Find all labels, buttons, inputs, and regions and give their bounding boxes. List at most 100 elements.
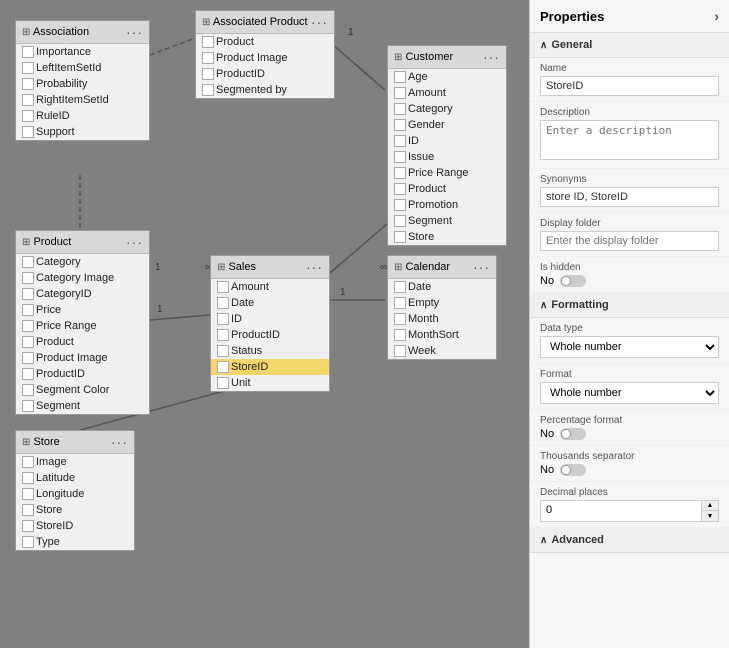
display-folder-input[interactable] bbox=[540, 231, 719, 251]
table-row: Gender bbox=[388, 117, 506, 133]
table-row: Month bbox=[388, 311, 496, 327]
table-row: Category bbox=[388, 101, 506, 117]
table-row: Price Range bbox=[16, 318, 149, 334]
field-format: Format Whole number Decimal number Curre… bbox=[530, 364, 729, 410]
svg-text:1: 1 bbox=[157, 304, 163, 315]
table-row: Longitude bbox=[16, 486, 134, 502]
table-row: StoreID bbox=[16, 518, 134, 534]
field-decimal-places: Decimal places 0 ▲ ▼ bbox=[530, 482, 729, 528]
table-row: Week bbox=[388, 343, 496, 359]
table-row: MonthSort bbox=[388, 327, 496, 343]
table-row: Amount bbox=[211, 279, 329, 295]
table-row: ID bbox=[211, 311, 329, 327]
table-associated-product[interactable]: ⊞ Associated Product ··· Product Product… bbox=[195, 10, 335, 99]
section-formatting[interactable]: ∧ Formatting bbox=[530, 293, 729, 318]
field-synonyms: Synonyms bbox=[530, 169, 729, 213]
table-row: Empty bbox=[388, 295, 496, 311]
table-header-associated-product[interactable]: ⊞ Associated Product ··· bbox=[196, 11, 334, 34]
table-row: Promotion bbox=[388, 197, 506, 213]
table-row: Status bbox=[211, 343, 329, 359]
section-advanced[interactable]: ∧ Advanced bbox=[530, 528, 729, 553]
decimal-places-stepper: 0 ▲ ▼ bbox=[540, 500, 719, 522]
panel-close-chevron[interactable]: › bbox=[714, 8, 719, 24]
table-row-storeid[interactable]: StoreID bbox=[211, 359, 329, 375]
table-header-product[interactable]: ⊞ Product ··· bbox=[16, 231, 149, 254]
data-type-select[interactable]: Whole number Decimal number Text Date bbox=[540, 336, 719, 358]
panel-title: Properties bbox=[540, 9, 604, 24]
decimal-places-value: 0 bbox=[541, 501, 701, 521]
table-row: Amount bbox=[388, 85, 506, 101]
table-row: RightItemSetId bbox=[16, 92, 149, 108]
table-row: Category Image bbox=[16, 270, 149, 286]
field-percentage-format: Percentage format No bbox=[530, 410, 729, 446]
thousands-separator-toggle-row: No bbox=[540, 464, 719, 476]
is-hidden-toggle[interactable] bbox=[560, 275, 586, 287]
table-row: Product bbox=[16, 334, 149, 350]
stepper-up-button[interactable]: ▲ bbox=[702, 501, 718, 511]
table-row: Latitude bbox=[16, 470, 134, 486]
table-header-sales[interactable]: ⊞ Sales ··· bbox=[211, 256, 329, 279]
table-row: RuleID bbox=[16, 108, 149, 124]
table-header-association[interactable]: ⊞ Association ··· bbox=[16, 21, 149, 44]
table-row: LeftItemSetId bbox=[16, 60, 149, 76]
table-product[interactable]: ⊞ Product ··· Category Category Image Ca… bbox=[15, 230, 150, 415]
table-row: Unit bbox=[211, 375, 329, 391]
table-row: Age bbox=[388, 69, 506, 85]
percentage-format-toggle[interactable] bbox=[560, 428, 586, 440]
name-input[interactable] bbox=[540, 76, 719, 96]
table-row: Segment bbox=[388, 213, 506, 229]
table-row: Category bbox=[16, 254, 149, 270]
table-row: Date bbox=[388, 279, 496, 295]
table-customer[interactable]: ⊞ Customer ··· Age Amount Category Gende… bbox=[387, 45, 507, 246]
table-row: Segmented by bbox=[196, 82, 334, 98]
table-sales[interactable]: ⊞ Sales ··· Amount Date ID ProductID Sta… bbox=[210, 255, 330, 392]
table-row: Image bbox=[16, 454, 134, 470]
svg-text:1: 1 bbox=[348, 27, 354, 38]
table-row: Date bbox=[211, 295, 329, 311]
table-row: Issue bbox=[388, 149, 506, 165]
table-header-store[interactable]: ⊞ Store ··· bbox=[16, 431, 134, 454]
table-row: Product Image bbox=[16, 350, 149, 366]
stepper-down-button[interactable]: ▼ bbox=[702, 511, 718, 521]
percentage-format-toggle-row: No bbox=[540, 428, 719, 440]
table-store[interactable]: ⊞ Store ··· Image Latitude Longitude Sto… bbox=[15, 430, 135, 551]
field-description: Description bbox=[530, 102, 729, 169]
table-row: CategoryID bbox=[16, 286, 149, 302]
table-row: Support bbox=[16, 124, 149, 140]
table-row: Segment bbox=[16, 398, 149, 414]
diagram-canvas: 1 1 1 ∞∞ 1 ∞∞ ∞∞ ⊞ Association ··· Impor… bbox=[0, 0, 529, 648]
field-is-hidden: Is hidden No bbox=[530, 257, 729, 293]
properties-panel: Properties › ∧ General Name Description … bbox=[529, 0, 729, 648]
table-row: Product Image bbox=[196, 50, 334, 66]
panel-header: Properties › bbox=[530, 0, 729, 33]
table-row: ID bbox=[388, 133, 506, 149]
percentage-format-no-label: No bbox=[540, 428, 554, 440]
table-header-customer[interactable]: ⊞ Customer ··· bbox=[388, 46, 506, 69]
table-row: Importance bbox=[16, 44, 149, 60]
thousands-separator-toggle[interactable] bbox=[560, 464, 586, 476]
table-row: Type bbox=[16, 534, 134, 550]
table-row: Price bbox=[16, 302, 149, 318]
table-row: Product bbox=[388, 181, 506, 197]
section-arrow-general: ∧ bbox=[540, 40, 547, 51]
table-association[interactable]: ⊞ Association ··· Importance LeftItemSet… bbox=[15, 20, 150, 141]
thousands-separator-no-label: No bbox=[540, 464, 554, 476]
synonyms-input[interactable] bbox=[540, 187, 719, 207]
format-select[interactable]: Whole number Decimal number Currency Per… bbox=[540, 382, 719, 404]
table-header-calendar[interactable]: ⊞ Calendar ··· bbox=[388, 256, 496, 279]
section-general[interactable]: ∧ General bbox=[530, 33, 729, 58]
is-hidden-no-label: No bbox=[540, 275, 554, 287]
table-row: Store bbox=[16, 502, 134, 518]
field-display-folder: Display folder bbox=[530, 213, 729, 257]
table-row: ProductID bbox=[16, 366, 149, 382]
table-calendar[interactable]: ⊞ Calendar ··· Date Empty Month MonthSor… bbox=[387, 255, 497, 360]
section-arrow-formatting: ∧ bbox=[540, 300, 547, 311]
svg-text:1: 1 bbox=[155, 262, 161, 273]
table-row: Price Range bbox=[388, 165, 506, 181]
table-row: Product bbox=[196, 34, 334, 50]
field-thousands-separator: Thousands separator No bbox=[530, 446, 729, 482]
field-name: Name bbox=[530, 58, 729, 102]
stepper-buttons: ▲ ▼ bbox=[701, 501, 718, 521]
table-row: Store bbox=[388, 229, 506, 245]
description-input[interactable] bbox=[540, 120, 719, 160]
